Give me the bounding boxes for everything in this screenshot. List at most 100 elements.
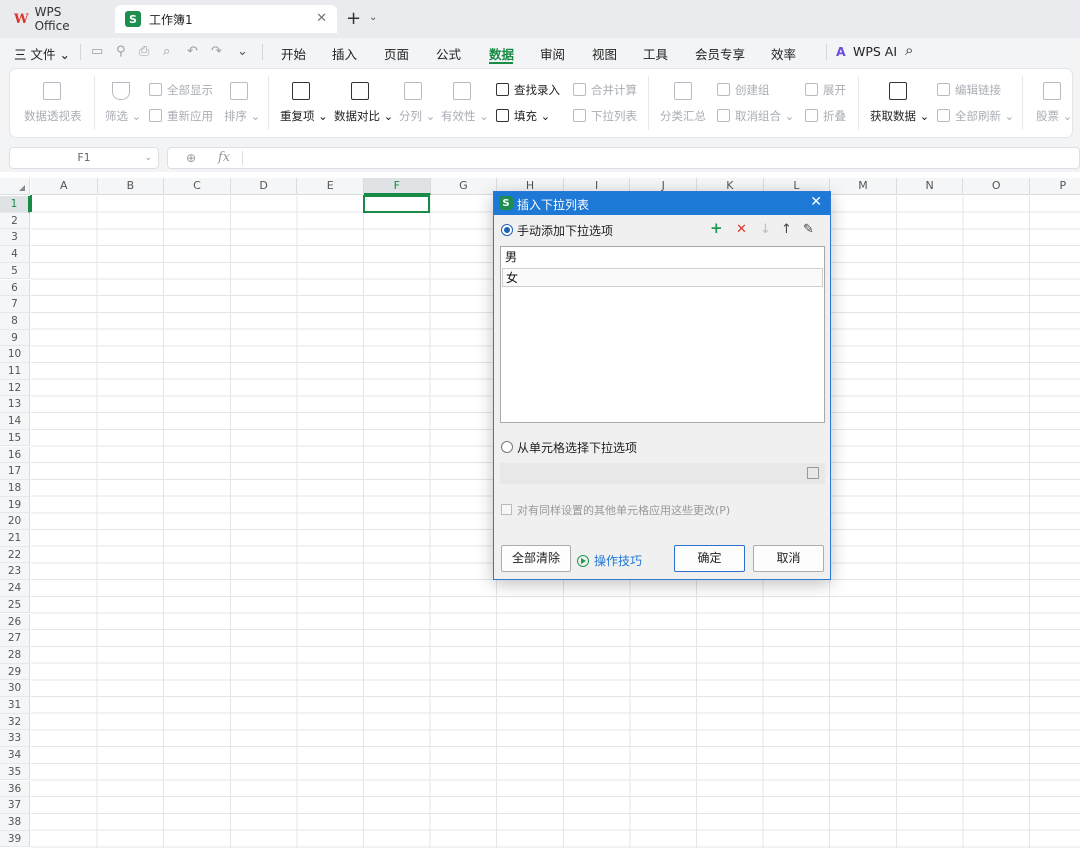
row-header[interactable]: 34 bbox=[0, 747, 30, 764]
collapse-button[interactable]: 折叠 bbox=[823, 108, 846, 124]
row-header[interactable]: 26 bbox=[0, 613, 30, 631]
menu-page[interactable]: 页面 bbox=[384, 44, 409, 63]
row-header[interactable]: 23 bbox=[0, 563, 30, 581]
delete-item-icon[interactable]: ✕ bbox=[736, 222, 747, 237]
wps-office-tab[interactable]: W WPS Office bbox=[4, 5, 110, 33]
chevron-down-icon[interactable]: ⌄ bbox=[144, 148, 152, 168]
row-header[interactable]: 5 bbox=[0, 262, 30, 280]
row-header[interactable]: 12 bbox=[0, 379, 30, 397]
row-header[interactable]: 1 bbox=[0, 196, 30, 213]
menu-data[interactable]: 数据 bbox=[489, 44, 514, 63]
column-header-m[interactable]: M bbox=[830, 178, 897, 195]
zoom-formula-icon[interactable]: ⊕ bbox=[186, 151, 196, 165]
row-header[interactable]: 30 bbox=[0, 680, 30, 697]
edit-links-button[interactable]: 编辑链接 bbox=[955, 82, 1001, 98]
row-header[interactable]: 3 bbox=[0, 229, 30, 247]
wps-ai-button[interactable]: WPS AI bbox=[853, 44, 897, 59]
row-header[interactable]: 24 bbox=[0, 580, 30, 597]
create-group-button[interactable]: 创建组 bbox=[735, 82, 770, 98]
move-down-icon[interactable]: ↓ bbox=[760, 222, 771, 237]
row-header[interactable]: 37 bbox=[0, 797, 30, 814]
function-icon[interactable]: fx bbox=[218, 150, 230, 165]
edit-item-icon[interactable]: ✎ bbox=[803, 222, 814, 237]
apply-same-label[interactable]: 对有同样设置的其他单元格应用这些更改(P) bbox=[517, 502, 730, 518]
select-all-corner[interactable] bbox=[0, 178, 30, 195]
refresh-all-button[interactable]: 全部刷新 ⌄ bbox=[955, 108, 1014, 124]
tips-link[interactable]: 操作技巧 bbox=[577, 552, 642, 569]
row-header[interactable]: 33 bbox=[0, 730, 30, 748]
merge-calc-button[interactable]: 合并计算 bbox=[591, 82, 637, 98]
cell-option-radio[interactable] bbox=[501, 441, 513, 453]
dropdown-list-button[interactable]: 下拉列表 bbox=[591, 108, 637, 124]
data-compare-button[interactable]: 数据对比 ⌄ bbox=[334, 108, 393, 124]
row-header[interactable]: 22 bbox=[0, 546, 30, 564]
row-header[interactable]: 13 bbox=[0, 396, 30, 414]
validity-button[interactable]: 有效性 ⌄ bbox=[441, 108, 489, 124]
column-header-n[interactable]: N bbox=[896, 178, 964, 195]
search-icon[interactable]: ⌕ bbox=[905, 41, 913, 59]
row-header[interactable]: 9 bbox=[0, 329, 30, 347]
manual-option-radio[interactable] bbox=[501, 224, 513, 236]
row-header[interactable]: 16 bbox=[0, 446, 30, 464]
ok-button[interactable]: 确定 bbox=[674, 545, 745, 572]
save-icon[interactable]: ▭ bbox=[91, 44, 103, 59]
column-header-d[interactable]: D bbox=[230, 178, 298, 195]
print-icon[interactable]: ⎙ bbox=[139, 44, 149, 59]
subtotal-button[interactable]: 分类汇总 bbox=[660, 108, 706, 124]
name-box[interactable]: F1 ⌄ bbox=[9, 147, 159, 169]
row-header[interactable]: 38 bbox=[0, 813, 30, 831]
column-header-f[interactable]: F bbox=[364, 178, 431, 195]
ungroup-button[interactable]: 取消组合 ⌄ bbox=[735, 108, 794, 124]
row-header[interactable]: 4 bbox=[0, 246, 30, 263]
menu-review[interactable]: 审阅 bbox=[540, 44, 565, 63]
new-tab-dropdown-icon[interactable]: ⌄ bbox=[369, 12, 377, 23]
file-menu[interactable]: 三 文件 ⌄ bbox=[14, 44, 70, 63]
menu-member[interactable]: 会员专享 bbox=[695, 44, 745, 63]
row-header[interactable]: 21 bbox=[0, 530, 30, 547]
menu-efficiency[interactable]: 效率 bbox=[771, 44, 796, 63]
range-select-icon[interactable] bbox=[807, 467, 819, 479]
cell-option-label[interactable]: 从单元格选择下拉选项 bbox=[517, 439, 637, 456]
row-header[interactable]: 15 bbox=[0, 429, 30, 447]
row-header[interactable]: 36 bbox=[0, 780, 30, 798]
row-header[interactable]: 28 bbox=[0, 646, 30, 664]
menu-insert[interactable]: 插入 bbox=[332, 44, 357, 63]
add-item-icon[interactable]: + bbox=[710, 219, 723, 237]
share-icon[interactable]: ⚲ bbox=[116, 44, 126, 59]
apply-same-checkbox[interactable] bbox=[501, 504, 512, 515]
pivot-table-button[interactable]: 数据透视表 bbox=[24, 108, 82, 124]
column-header-b[interactable]: B bbox=[97, 178, 165, 195]
row-header[interactable]: 8 bbox=[0, 312, 30, 330]
column-header-p[interactable]: P bbox=[1030, 178, 1080, 195]
split-column-button[interactable]: 分列 ⌄ bbox=[399, 108, 435, 124]
column-header-g[interactable]: G bbox=[430, 178, 498, 195]
dialog-title-bar[interactable]: S 插入下拉列表 ✕ bbox=[494, 192, 830, 215]
undo-icon[interactable]: ↶ bbox=[187, 44, 198, 59]
close-tab-icon[interactable]: ✕ bbox=[316, 11, 327, 26]
menu-view[interactable]: 视图 bbox=[592, 44, 617, 63]
print-preview-icon[interactable]: ⌕ bbox=[163, 44, 170, 59]
active-cell-f1[interactable] bbox=[363, 195, 430, 213]
filter-button[interactable]: 筛选 ⌄ bbox=[105, 108, 141, 124]
manual-option-label[interactable]: 手动添加下拉选项 bbox=[517, 222, 613, 239]
column-header-c[interactable]: C bbox=[164, 178, 231, 195]
row-header[interactable]: 2 bbox=[0, 212, 30, 230]
row-header[interactable]: 17 bbox=[0, 463, 30, 480]
column-header-e[interactable]: E bbox=[297, 178, 364, 195]
move-up-icon[interactable]: ↑ bbox=[781, 222, 792, 237]
more-quick-access-icon[interactable]: ⌄ bbox=[237, 44, 248, 59]
stocks-button[interactable]: 股票 ⌄ bbox=[1036, 108, 1072, 124]
dropdown-items-list[interactable]: 男 女 bbox=[500, 246, 825, 423]
cancel-button[interactable]: 取消 bbox=[753, 545, 824, 572]
find-entry-button[interactable]: 查找录入 bbox=[514, 82, 560, 98]
row-header[interactable]: 32 bbox=[0, 713, 30, 731]
clear-all-button[interactable]: 全部清除 bbox=[501, 545, 571, 572]
new-tab-icon[interactable]: + bbox=[346, 8, 361, 29]
row-header[interactable]: 11 bbox=[0, 363, 30, 380]
row-header[interactable]: 27 bbox=[0, 630, 30, 647]
row-header[interactable]: 25 bbox=[0, 596, 30, 614]
redo-icon[interactable]: ↷ bbox=[211, 44, 222, 59]
expand-button[interactable]: 展开 bbox=[823, 82, 846, 98]
dialog-close-icon[interactable]: ✕ bbox=[810, 194, 822, 210]
show-all-button[interactable]: 全部显示 bbox=[167, 82, 213, 98]
